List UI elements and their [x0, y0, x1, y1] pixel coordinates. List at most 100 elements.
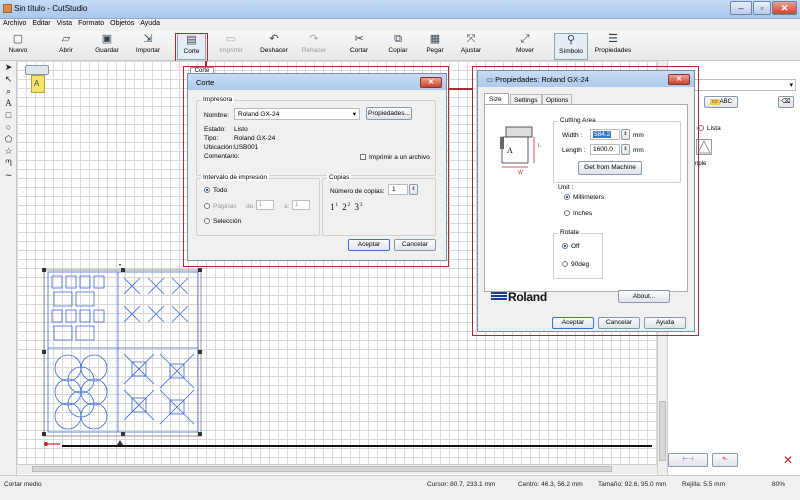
abc-button[interactable]: ▭ ABC — [704, 96, 738, 108]
redo-icon: ↷ — [309, 33, 319, 45]
type-label: Tipo: — [204, 135, 219, 142]
move-button[interactable]: ⤢ Mover — [510, 33, 540, 60]
paste-icon: ▦ — [429, 33, 441, 45]
text-tool-icon[interactable]: A — [0, 97, 17, 109]
menu-vista[interactable]: Vista — [54, 19, 75, 28]
media-roll-icon: A — [23, 63, 52, 95]
menu-editar[interactable]: Editar — [29, 19, 53, 28]
radio-icon — [204, 187, 210, 194]
width-spinner[interactable]: ⇕ — [621, 129, 630, 140]
close-button[interactable]: ✕ — [772, 1, 797, 15]
status-cursor: Cursor: 80.7, 233.1 mm — [427, 481, 496, 488]
toolbar: ▢ Nuevo ▱ Abrir ▣ Guardar ⇲ Importar ▤ Corte … — [0, 31, 800, 61]
length-input[interactable]: 1600.0 — [590, 144, 620, 155]
text-icon: ▭ — [709, 99, 720, 105]
status-size: Tamaño: 92.6, 95.0 mm — [598, 481, 667, 488]
unit-inches-radio[interactable]: Inches — [564, 210, 592, 217]
tab-size[interactable]: Size — [484, 93, 509, 104]
spinner-arrows-icon: ⇕ — [623, 131, 628, 137]
get-from-machine-button[interactable]: Get from Machine — [578, 161, 642, 175]
import-button[interactable]: ⇲ Importar — [130, 33, 166, 60]
properties-button[interactable]: ☰ Propiedades — [592, 33, 634, 60]
spinner-arrows-icon: ⇕ — [411, 186, 416, 192]
radio-icon — [562, 243, 568, 250]
minimize-button[interactable]: – — [730, 1, 752, 15]
collate-icon: 11 22 33 — [330, 202, 364, 212]
remove-symbol-icon[interactable]: ✕ — [778, 453, 798, 467]
properties-dialog-close-button[interactable]: ✕ — [668, 74, 690, 85]
redo-button[interactable]: ↷ Rehacer — [297, 33, 331, 60]
fit-button[interactable]: ⤧ Ajustar — [456, 33, 486, 60]
polygon-icon[interactable]: ⬠ — [0, 133, 17, 145]
to-input[interactable]: 1 — [292, 200, 310, 210]
print-dialog-close-button[interactable]: ✕ — [420, 77, 442, 88]
new-button[interactable]: ▢ Nuevo — [4, 33, 32, 60]
unit-label: Unit : — [558, 184, 574, 191]
range-pages-radio[interactable]: Páginas — [204, 203, 237, 210]
from-input[interactable]: 1 — [256, 200, 274, 210]
copy-button[interactable]: ⧉ Copiar — [383, 33, 413, 60]
unit-mm-radio[interactable]: Millimeters — [564, 194, 604, 201]
menu-archivo[interactable]: Archivo — [0, 19, 29, 28]
ellipse-icon[interactable]: ○ — [0, 121, 17, 133]
add-symbol-button[interactable]: ⊢⊣ — [668, 453, 708, 467]
copies-input[interactable]: 1 — [388, 184, 408, 195]
cut-button[interactable]: ✂ Cortar — [344, 33, 374, 60]
insert-symbol-icon: ⊢⊣ — [682, 456, 694, 463]
save-symbol-button[interactable]: ⬑ — [712, 453, 738, 467]
print-cancel-button[interactable]: Cancelar — [394, 239, 436, 251]
tab-options[interactable]: Options — [542, 94, 572, 104]
rotate-off-radio[interactable]: Off — [562, 243, 580, 250]
node-edit-icon[interactable]: ↖ — [0, 73, 17, 85]
undo-button[interactable]: ↶ Deshacer — [256, 33, 292, 60]
print-dialog-titlebar: Corte — [188, 74, 446, 90]
paste-button[interactable]: ▦ Pegar — [420, 33, 450, 60]
horizontal-scroll-thumb[interactable] — [32, 466, 612, 472]
handle — [121, 268, 125, 272]
width-input[interactable]: 584.2 — [590, 129, 620, 140]
printer-name-select[interactable]: Roland GX-24 ▾ — [234, 108, 360, 120]
import-icon: ⇲ — [143, 33, 153, 45]
copies-spinner[interactable]: ⇕ — [409, 184, 418, 195]
range-selection-radio[interactable]: Selección — [204, 218, 241, 225]
status-bar — [0, 475, 800, 500]
print-button[interactable]: ▭ Imprimir — [214, 33, 248, 60]
status-value: Listo — [234, 126, 248, 133]
rotate-90-radio[interactable]: 90deg — [562, 261, 589, 268]
radio-icon — [204, 203, 210, 210]
length-spinner[interactable]: ⇕ — [621, 144, 630, 155]
vertical-scroll-thumb[interactable] — [659, 401, 666, 461]
range-all-radio[interactable]: Todo — [204, 187, 227, 194]
about-button[interactable]: About... — [618, 290, 670, 303]
menu-formato[interactable]: Formato — [75, 19, 107, 28]
undo-icon: ↶ — [269, 33, 279, 45]
symbol-delete-button[interactable]: ⌫ — [778, 96, 794, 108]
checkbox-icon — [360, 154, 366, 161]
rectangle-icon[interactable]: □ — [0, 109, 17, 121]
props-cancel-button[interactable]: Cancelar — [598, 317, 640, 329]
maximize-button[interactable]: ▫ — [753, 1, 771, 15]
menu-ayuda[interactable]: Ayuda — [137, 19, 163, 28]
list-view-option[interactable]: Lista — [698, 125, 721, 132]
printer-properties-button[interactable]: Propiedades... — [366, 107, 412, 120]
select-arrow-icon[interactable]: ➤ — [0, 61, 17, 73]
cut-design[interactable] — [40, 264, 210, 454]
freehand-icon[interactable]: ∼ — [0, 169, 17, 181]
handle — [198, 350, 202, 354]
props-help-button[interactable]: Ayuda — [644, 317, 686, 329]
menu-objetos[interactable]: Objetos — [107, 19, 137, 28]
diagram-w-label: W — [518, 170, 523, 176]
save-button[interactable]: ▣ Guardar — [90, 33, 124, 60]
roland-brand-text: Roland — [508, 290, 547, 304]
tab-settings[interactable]: Settings — [510, 94, 542, 104]
bezier-icon[interactable]: ᘉ — [0, 157, 17, 169]
print-ok-button[interactable]: Aceptar — [348, 239, 390, 251]
zoom-icon[interactable]: ⌕ — [0, 85, 17, 97]
symbol-button[interactable]: ⚲ Símbolo — [554, 33, 588, 60]
props-ok-button[interactable]: Aceptar — [552, 317, 594, 329]
to-label: a: — [284, 203, 290, 210]
selection-box — [43, 269, 202, 437]
print-to-file-checkbox[interactable]: Imprimir a un archivo — [360, 154, 430, 161]
star-icon[interactable]: ☆ — [0, 145, 17, 157]
open-button[interactable]: ▱ Abrir — [52, 33, 80, 60]
